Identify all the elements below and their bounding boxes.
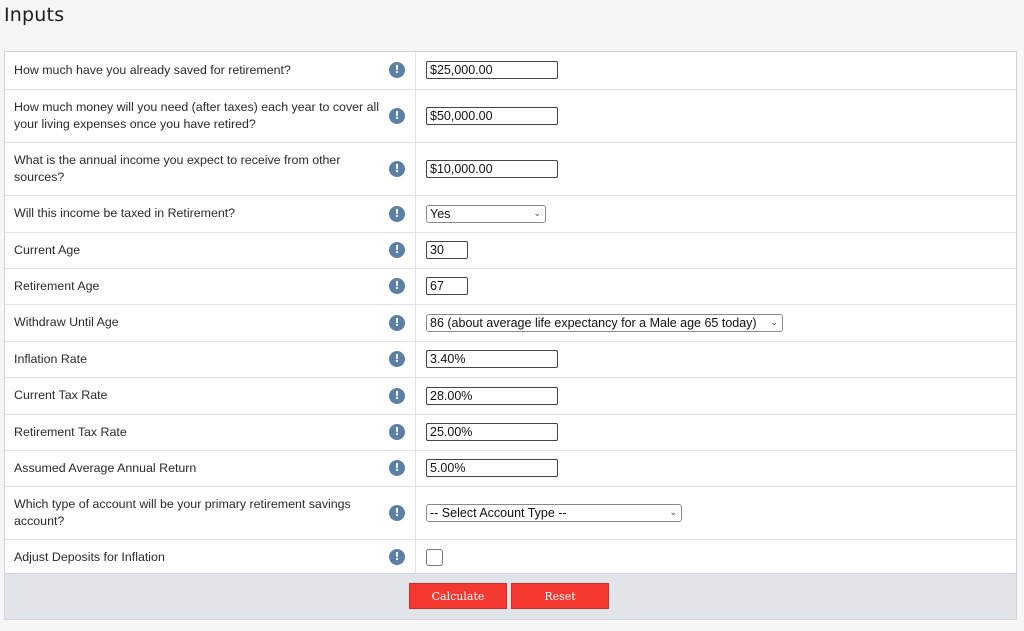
input-cell xyxy=(415,89,1016,143)
label-cell: Adjust Deposits for Inflation ! xyxy=(5,539,416,576)
reset-button[interactable]: Reset xyxy=(511,583,609,609)
label-cell: Retirement Tax Rate ! xyxy=(5,414,416,451)
already-saved-input[interactable] xyxy=(426,61,558,80)
label-already-saved: How much have you already saved for reti… xyxy=(14,62,291,77)
info-icon[interactable]: ! xyxy=(389,549,405,565)
row-already-saved: How much have you already saved for reti… xyxy=(5,52,1016,90)
label-annual-return: Assumed Average Annual Return xyxy=(14,460,197,475)
input-cell xyxy=(415,52,1016,90)
chevron-down-icon: ⌄ xyxy=(669,507,677,518)
input-cell xyxy=(415,377,1016,415)
label-cell: How much have you already saved for reti… xyxy=(5,52,416,90)
label-cell: Which type of account will be your prima… xyxy=(5,486,416,540)
info-icon[interactable]: ! xyxy=(389,387,405,404)
inputs-table: How much have you already saved for reti… xyxy=(5,52,1016,576)
withdraw-until-select[interactable]: 86 (about average life expectancy for a … xyxy=(426,313,783,332)
input-cell: -- Select Account Type -- ⌄ xyxy=(415,486,1016,540)
input-cell xyxy=(415,142,1016,196)
current-tax-rate-input[interactable] xyxy=(426,386,558,405)
chevron-down-icon: ⌄ xyxy=(770,317,778,328)
other-income-input[interactable] xyxy=(426,159,558,178)
info-icon[interactable]: ! xyxy=(389,504,405,521)
info-icon[interactable]: ! xyxy=(389,278,405,294)
label-cell: Assumed Average Annual Return ! xyxy=(5,450,416,487)
chevron-down-icon: ⌄ xyxy=(533,208,541,219)
page-title: Inputs xyxy=(4,4,65,26)
input-cell: 86 (about average life expectancy for a … xyxy=(415,304,1016,342)
label-retirement-tax-rate: Retirement Tax Rate xyxy=(14,424,127,439)
income-taxed-select-value: Yes xyxy=(430,206,451,221)
label-current-age: Current Age xyxy=(14,242,81,257)
input-cell xyxy=(415,341,1016,378)
label-withdraw-until: Withdraw Until Age xyxy=(14,315,119,329)
info-icon[interactable]: ! xyxy=(389,205,405,222)
row-retirement-tax-rate: Retirement Tax Rate ! xyxy=(5,414,1016,451)
row-current-age: Current Age ! xyxy=(5,232,1016,269)
row-other-income: What is the annual income you expect to … xyxy=(5,142,1016,196)
row-annual-return: Assumed Average Annual Return ! xyxy=(5,450,1016,487)
info-icon[interactable]: ! xyxy=(389,424,405,440)
row-adjust-deposits: Adjust Deposits for Inflation ! xyxy=(5,539,1016,576)
row-withdraw-until: Withdraw Until Age ! 86 (about average l… xyxy=(5,304,1016,342)
calculate-button[interactable]: Calculate xyxy=(409,583,507,609)
label-cell: Withdraw Until Age ! xyxy=(5,304,416,342)
current-age-input[interactable] xyxy=(426,241,468,259)
info-icon[interactable]: ! xyxy=(389,160,405,177)
adjust-deposits-checkbox[interactable] xyxy=(426,548,443,566)
info-icon[interactable]: ! xyxy=(389,242,405,258)
label-cell: Inflation Rate ! xyxy=(5,341,416,378)
label-account-type: Which type of account will be your prima… xyxy=(14,496,351,528)
info-icon[interactable]: ! xyxy=(389,107,405,124)
account-type-select-value: -- Select Account Type -- xyxy=(430,505,567,520)
input-cell xyxy=(415,232,1016,269)
annual-return-input[interactable] xyxy=(426,459,558,477)
input-cell xyxy=(415,268,1016,305)
account-type-select[interactable]: -- Select Account Type -- ⌄ xyxy=(426,503,682,522)
inputs-form: How much have you already saved for reti… xyxy=(4,51,1017,620)
row-annual-need: How much money will you need (after taxe… xyxy=(5,89,1016,143)
inflation-rate-input[interactable] xyxy=(426,350,558,368)
row-retirement-age: Retirement Age ! xyxy=(5,268,1016,305)
info-icon[interactable]: ! xyxy=(389,351,405,367)
label-other-income: What is the annual income you expect to … xyxy=(14,152,341,184)
input-cell xyxy=(415,450,1016,487)
annual-need-input[interactable] xyxy=(426,106,558,125)
retirement-age-input[interactable] xyxy=(426,277,468,295)
row-inflation-rate: Inflation Rate ! xyxy=(5,341,1016,378)
label-income-taxed: Will this income be taxed in Retirement? xyxy=(14,206,236,220)
label-inflation-rate: Inflation Rate xyxy=(14,351,88,366)
info-icon[interactable]: ! xyxy=(389,460,405,476)
row-income-taxed: Will this income be taxed in Retirement?… xyxy=(5,195,1016,233)
row-current-tax-rate: Current Tax Rate ! xyxy=(5,377,1016,415)
label-cell: Current Tax Rate ! xyxy=(5,377,416,415)
withdraw-until-select-value: 86 (about average life expectancy for a … xyxy=(430,315,757,330)
button-bar: Calculate Reset xyxy=(5,573,1016,619)
input-cell: Yes ⌄ xyxy=(415,195,1016,233)
label-cell: Retirement Age ! xyxy=(5,268,416,305)
info-icon[interactable]: ! xyxy=(389,314,405,331)
label-cell: How much money will you need (after taxe… xyxy=(5,89,416,143)
label-adjust-deposits: Adjust Deposits for Inflation xyxy=(14,549,165,564)
row-account-type: Which type of account will be your prima… xyxy=(5,486,1016,540)
label-retirement-age: Retirement Age xyxy=(14,278,100,293)
income-taxed-select[interactable]: Yes ⌄ xyxy=(426,204,546,223)
input-cell xyxy=(415,539,1016,576)
info-icon[interactable]: ! xyxy=(389,62,405,79)
retirement-tax-rate-input[interactable] xyxy=(426,423,558,441)
label-annual-need: How much money will you need (after taxe… xyxy=(14,99,379,131)
input-cell xyxy=(415,414,1016,451)
label-cell: What is the annual income you expect to … xyxy=(5,142,416,196)
label-cell: Current Age ! xyxy=(5,232,416,269)
label-current-tax-rate: Current Tax Rate xyxy=(14,388,108,402)
label-cell: Will this income be taxed in Retirement?… xyxy=(5,195,416,233)
